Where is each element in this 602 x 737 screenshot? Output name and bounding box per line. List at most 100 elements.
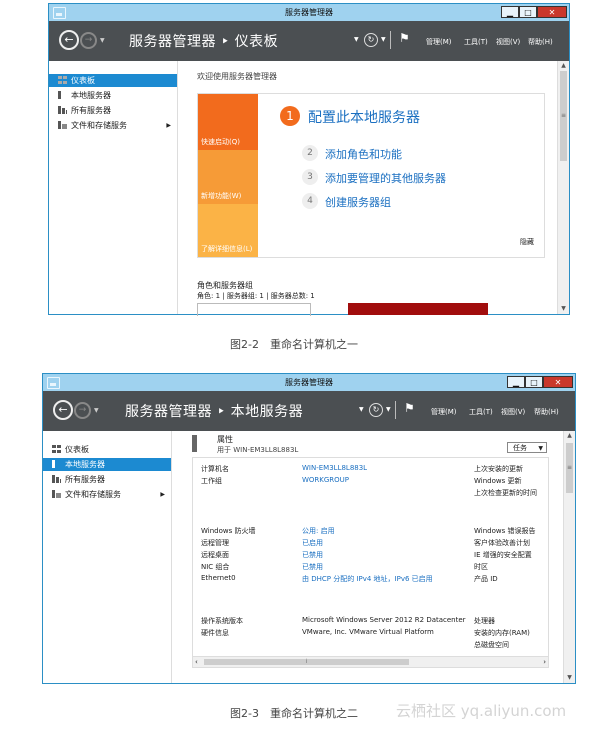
- scroll-right-icon[interactable]: ›: [543, 657, 546, 667]
- app-icon: [47, 377, 60, 389]
- vertical-scrollbar[interactable]: ▲ ≡ ▼: [563, 431, 575, 683]
- property-label: 工作组: [201, 477, 222, 485]
- tile-quick-start[interactable]: 快速启动(Q): [198, 94, 258, 150]
- horizontal-scrollbar[interactable]: ‹ ⁞ ›: [193, 656, 548, 667]
- header-bar: ← → ▼ 服务器管理器 ‣ 本地服务器 ▼ ↻ ▼ ⚑ 管理(M) 工具(T)…: [43, 391, 575, 431]
- sidebar-item-dashboard[interactable]: 仪表板: [49, 74, 177, 87]
- sidebar: 仪表板 本地服务器 所有服务器 文件和存储服务 ▶: [49, 61, 178, 314]
- menu-help[interactable]: 帮助(H): [534, 407, 559, 417]
- workgroup-link[interactable]: WORKGROUP: [302, 476, 349, 484]
- sidebar-item-local-server[interactable]: 本地服务器: [49, 89, 177, 102]
- property-label: 客户体验改善计划: [474, 539, 530, 547]
- header-separator: [390, 31, 391, 49]
- minimize-button[interactable]: ▁: [507, 376, 525, 388]
- scroll-thumb[interactable]: ⁞: [204, 659, 409, 665]
- property-label: Ethernet0: [201, 574, 236, 582]
- property-label: Windows 防火墙: [201, 527, 256, 535]
- menu-tools[interactable]: 工具(T): [469, 407, 493, 417]
- roles-summary: 角色: 1 | 服务器组: 1 | 服务器总数: 1: [197, 292, 315, 300]
- app-icon: [53, 7, 66, 19]
- tasks-dropdown[interactable]: 任务 ▼: [507, 442, 547, 453]
- menu-manage[interactable]: 管理(M): [426, 37, 452, 47]
- sidebar-item-all-servers[interactable]: 所有服务器: [49, 104, 177, 117]
- property-label: 安装的内存(RAM): [474, 629, 530, 637]
- step-3-badge: 3: [302, 169, 318, 185]
- properties-panel: 计算机名 WIN-EM3LL8L883L 上次安装的更新 工作组 WORKGRO…: [192, 457, 549, 668]
- scroll-down-icon[interactable]: ▼: [558, 304, 569, 314]
- property-label: 总磁盘空间: [474, 641, 509, 649]
- maximize-button[interactable]: □: [519, 6, 537, 18]
- menu-view[interactable]: 视图(V): [496, 37, 520, 47]
- minimize-button[interactable]: ▁: [501, 6, 519, 18]
- header-bar: ← → ▼ 服务器管理器 ‣ 仪表板 ▼ ↻ ▼ ⚑ 管理(M) 工具(T) 视…: [49, 21, 569, 61]
- notification-dropdown-icon[interactable]: ▼: [381, 36, 386, 43]
- history-dropdown-icon[interactable]: ▼: [100, 37, 105, 44]
- refresh-dropdown-icon[interactable]: ▼: [359, 406, 364, 413]
- refresh-dropdown-icon[interactable]: ▼: [354, 36, 359, 43]
- computer-name-link[interactable]: WIN-EM3LL8L883L: [302, 464, 367, 472]
- property-label: 上次检查更新的时间: [474, 489, 537, 497]
- maximize-button[interactable]: □: [525, 376, 543, 388]
- role-tile[interactable]: [197, 303, 311, 316]
- property-label: 处理器: [474, 617, 495, 625]
- ethernet-link[interactable]: 由 DHCP 分配的 IPv4 地址，IPv6 已启用: [302, 574, 433, 584]
- local-server-content: 属性 用于 WIN-EM3LL8L883L 任务 ▼ 计算机名 WIN-EM3LL…: [181, 431, 563, 683]
- menu-manage[interactable]: 管理(M): [431, 407, 457, 417]
- add-other-servers-link[interactable]: 添加要管理的其他服务器: [325, 170, 446, 186]
- server-manager-window-dashboard: 服务器管理器 ▁ □ ✕ ← → ▼ 服务器管理器 ‣ 仪表板 ▼ ↻ ▼ ⚑ …: [48, 3, 570, 316]
- configure-local-server-link[interactable]: 配置此本地服务器: [308, 107, 420, 127]
- hide-link[interactable]: 隐藏: [520, 237, 534, 247]
- close-button[interactable]: ✕: [537, 6, 567, 18]
- notification-flag-icon[interactable]: ⚑: [404, 401, 415, 415]
- properties-heading: 属性: [217, 435, 233, 444]
- servers-icon: [58, 106, 67, 114]
- back-arrow-icon[interactable]: ←: [59, 30, 79, 50]
- title-bar: 服务器管理器 ▁ □ ✕: [49, 4, 569, 21]
- property-label: 产品 ID: [474, 575, 498, 583]
- notification-flag-icon[interactable]: ⚑: [399, 31, 410, 45]
- nic-teaming-link[interactable]: 已禁用: [302, 562, 323, 572]
- menu-help[interactable]: 帮助(H): [528, 37, 553, 47]
- forward-arrow-icon[interactable]: →: [74, 402, 91, 419]
- breadcrumb: 服务器管理器 ‣ 本地服务器: [125, 404, 304, 420]
- sidebar-item-all-servers[interactable]: 所有服务器: [43, 473, 171, 486]
- menu-tools[interactable]: 工具(T): [464, 37, 488, 47]
- property-value: Microsoft Windows Server 2012 R2 Datacen…: [302, 616, 466, 624]
- role-tile-status[interactable]: [348, 303, 488, 315]
- step-1-badge: 1: [280, 106, 300, 126]
- scroll-left-icon[interactable]: ‹: [195, 657, 198, 667]
- watermark: 云栖社区 yq.aliyun.com: [396, 702, 567, 720]
- vertical-scrollbar[interactable]: ▲ ≡ ▼: [557, 61, 569, 314]
- sidebar-item-local-server[interactable]: 本地服务器: [43, 458, 171, 471]
- tile-learn-more[interactable]: 了解详细信息(L): [198, 204, 258, 257]
- scroll-thumb[interactable]: ≡: [560, 71, 567, 161]
- scroll-up-icon[interactable]: ▲: [564, 431, 575, 441]
- sidebar-item-dashboard[interactable]: 仪表板: [43, 443, 171, 456]
- expand-arrow-icon[interactable]: ▶: [166, 119, 171, 132]
- title-bar: 服务器管理器 ▁ □ ✕: [43, 374, 575, 391]
- add-roles-features-link[interactable]: 添加角色和功能: [325, 146, 402, 162]
- step-2-badge: 2: [302, 145, 318, 161]
- notification-dropdown-icon[interactable]: ▼: [386, 406, 391, 413]
- back-arrow-icon[interactable]: ←: [53, 400, 73, 420]
- expand-arrow-icon[interactable]: ▶: [160, 488, 165, 501]
- scroll-down-icon[interactable]: ▼: [564, 673, 575, 683]
- forward-arrow-icon[interactable]: →: [80, 32, 97, 49]
- tile-whats-new[interactable]: 新增功能(W): [198, 150, 258, 204]
- remote-desktop-link[interactable]: 已禁用: [302, 550, 323, 560]
- sidebar-item-file-storage[interactable]: 文件和存储服务 ▶: [43, 488, 171, 501]
- history-dropdown-icon[interactable]: ▼: [94, 407, 99, 414]
- sidebar-item-file-storage[interactable]: 文件和存储服务 ▶: [49, 119, 177, 132]
- close-button[interactable]: ✕: [543, 376, 573, 388]
- refresh-icon[interactable]: ↻: [369, 403, 383, 417]
- property-label: 计算机名: [201, 465, 229, 473]
- scroll-up-icon[interactable]: ▲: [558, 61, 569, 71]
- menu-view[interactable]: 视图(V): [501, 407, 525, 417]
- firewall-link[interactable]: 公用: 启用: [302, 526, 335, 536]
- scroll-thumb[interactable]: ≡: [566, 443, 573, 493]
- remote-management-link[interactable]: 已启用: [302, 538, 323, 548]
- create-server-group-link[interactable]: 创建服务器组: [325, 194, 391, 210]
- servers-icon: [52, 475, 61, 483]
- server-icon: [52, 460, 58, 468]
- refresh-icon[interactable]: ↻: [364, 33, 378, 47]
